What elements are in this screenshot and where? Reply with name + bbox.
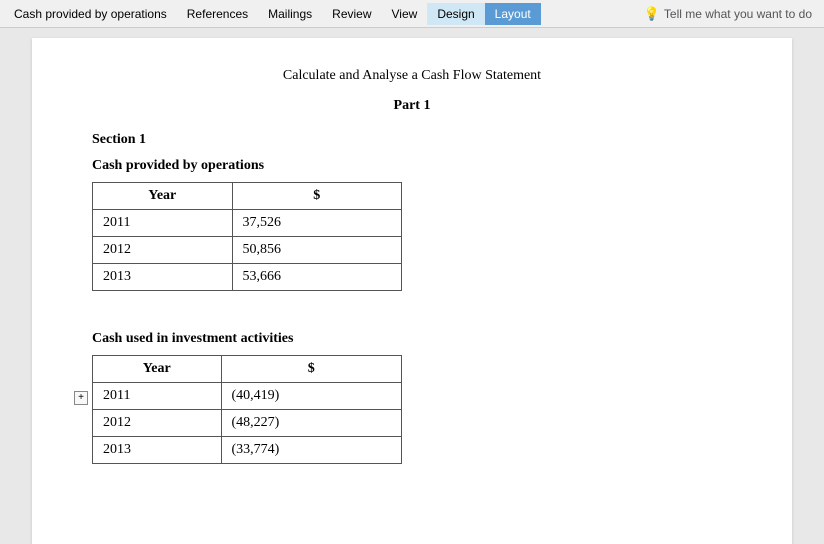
table1: Year $ 2011 37,526 2012 50,856 2013 <box>92 182 402 291</box>
table1-col-year: Year <box>93 183 233 210</box>
table-row: 2012 (48,227) <box>93 410 402 437</box>
table2-label: Cash used in investment activities <box>92 331 732 347</box>
table1-val-3[interactable]: 53,666 <box>232 264 401 291</box>
lightbulb-icon: 💡 <box>644 6 660 22</box>
expand-button[interactable]: + <box>74 391 88 405</box>
tell-me-text[interactable]: Tell me what you want to do <box>664 7 812 21</box>
tell-me-bar: 💡 Tell me what you want to do <box>644 6 820 22</box>
table1-val-2[interactable]: 50,856 <box>232 237 401 264</box>
table1-label: Cash provided by operations <box>92 158 732 174</box>
table1-col-dollars: $ <box>232 183 401 210</box>
table2-col-dollars: $ <box>221 356 402 383</box>
table2-year-1[interactable]: 2011 <box>93 383 222 410</box>
menu-view[interactable]: View <box>382 3 428 25</box>
table2-year-3[interactable]: 2013 <box>93 437 222 464</box>
table-row: 2011 (40,419) <box>93 383 402 410</box>
table2: Year $ 2011 (40,419) 2012 (48,227) 2013 <box>92 355 402 464</box>
table2-year-2[interactable]: 2012 <box>93 410 222 437</box>
menu-review[interactable]: Review <box>322 3 381 25</box>
part-title: Part 1 <box>92 98 732 114</box>
menu-mailings[interactable]: Mailings <box>258 3 322 25</box>
table2-col-year: Year <box>93 356 222 383</box>
menu-references[interactable]: References <box>177 3 258 25</box>
page: Calculate and Analyse a Cash Flow Statem… <box>32 38 792 544</box>
table-row: 2011 37,526 <box>93 210 402 237</box>
table1-val-1[interactable]: 37,526 <box>232 210 401 237</box>
table-row: 2012 50,856 <box>93 237 402 264</box>
table1-wrapper: Year $ 2011 37,526 2012 50,856 2013 <box>92 182 732 291</box>
section-label: Section 1 <box>92 132 732 148</box>
document-area: Calculate and Analyse a Cash Flow Statem… <box>0 28 824 544</box>
table2-val-1[interactable]: (40,419) <box>221 383 402 410</box>
table1-year-3[interactable]: 2013 <box>93 264 233 291</box>
menu-layout-active[interactable]: Layout <box>485 3 541 25</box>
table1-year-2[interactable]: 2012 <box>93 237 233 264</box>
table2-wrapper: + Year $ 2011 (40,419) 2012 (48,227) <box>92 355 732 464</box>
menubar: Cash provided by operations References M… <box>0 0 824 28</box>
table2-val-3[interactable]: (33,774) <box>221 437 402 464</box>
table1-year-1[interactable]: 2011 <box>93 210 233 237</box>
table-row: 2013 (33,774) <box>93 437 402 464</box>
table2-val-2[interactable]: (48,227) <box>221 410 402 437</box>
menu-design[interactable]: Design <box>427 3 484 25</box>
document-title: Calculate and Analyse a Cash Flow Statem… <box>92 68 732 84</box>
table-row: 2013 53,666 <box>93 264 402 291</box>
menu-layout[interactable]: Cash provided by operations <box>4 3 177 25</box>
